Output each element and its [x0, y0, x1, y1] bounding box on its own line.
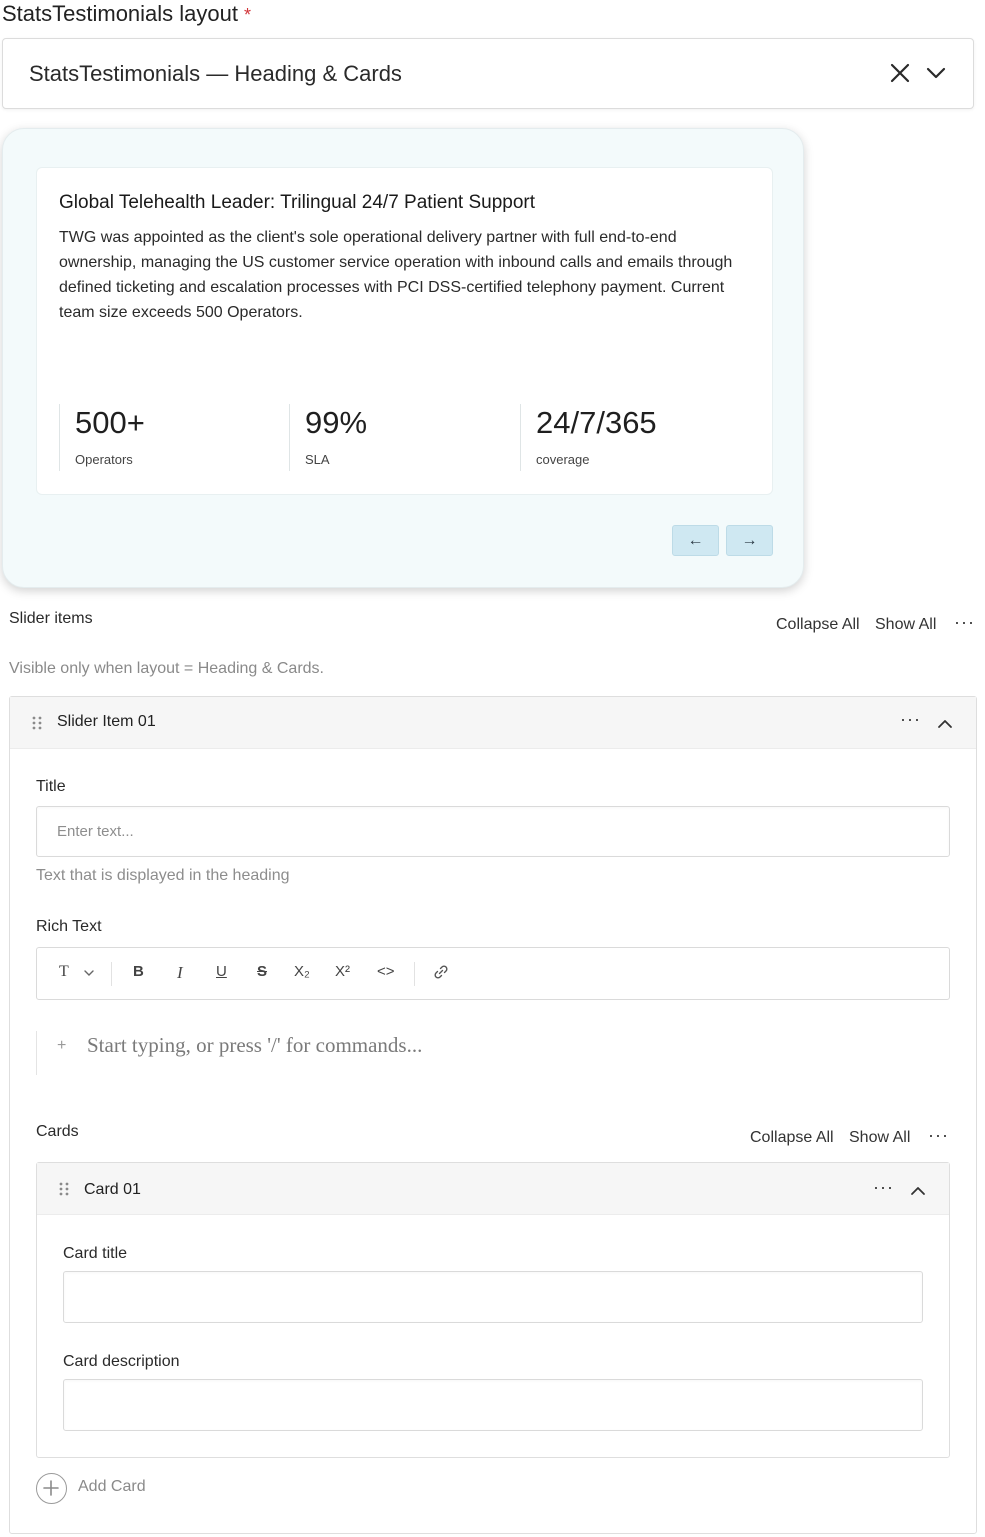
- drag-handle-icon[interactable]: [59, 1182, 69, 1196]
- stat-label: Operators: [75, 452, 133, 467]
- title-help-text: Text that is displayed in the heading: [36, 867, 290, 884]
- chevron-down-icon[interactable]: [925, 61, 947, 85]
- layout-field-label-text: StatsTestimonials layout: [2, 1, 238, 26]
- show-all-button[interactable]: Show All: [849, 1129, 910, 1147]
- add-block-icon[interactable]: +: [57, 1037, 66, 1055]
- stat-value: 500+: [75, 405, 145, 440]
- italic-button[interactable]: I: [177, 963, 183, 983]
- collapse-all-button[interactable]: Collapse All: [750, 1129, 834, 1147]
- prev-button[interactable]: ←: [672, 525, 719, 556]
- more-options-icon[interactable]: ···: [873, 1177, 894, 1198]
- arrow-right-icon: →: [741, 531, 758, 549]
- bold-button[interactable]: B: [133, 963, 144, 980]
- rich-text-editor[interactable]: + Start typing, or press '/' for command…: [36, 1031, 950, 1075]
- slider-item-title: Slider Item 01: [57, 713, 156, 730]
- rich-text-toolbar: T B I U S X₂ X² <>: [36, 947, 950, 1000]
- rich-text-label: Rich Text: [36, 918, 102, 935]
- required-mark: *: [244, 5, 252, 25]
- rich-text-placeholder: Start typing, or press '/' for commands.…: [87, 1033, 423, 1057]
- stat-value: 24/7/365: [536, 405, 657, 440]
- card-item-header[interactable]: Card 01 ···: [37, 1163, 949, 1215]
- chevron-up-icon[interactable]: [910, 1184, 926, 1196]
- layout-field-label: StatsTestimonials layout *: [2, 0, 251, 29]
- layout-select[interactable]: StatsTestimonials — Heading & Cards: [2, 38, 974, 109]
- card-item: Card 01 ··· Card title Card description: [36, 1162, 950, 1458]
- code-button[interactable]: <>: [377, 963, 395, 980]
- layout-select-value: StatsTestimonials — Heading & Cards: [29, 61, 402, 86]
- card-description-label: Card description: [63, 1353, 180, 1370]
- slider-item-header[interactable]: Slider Item 01 ···: [10, 697, 976, 749]
- toolbar-divider: [111, 962, 112, 986]
- stat-coverage: 24/7/365 coverage: [520, 404, 657, 471]
- show-all-button[interactable]: Show All: [875, 616, 936, 634]
- preview-heading: Global Telehealth Leader: Trilingual 24/…: [59, 192, 536, 213]
- slider-items-hint: Visible only when layout = Heading & Car…: [9, 660, 324, 677]
- stat-sla: 99% SLA: [289, 404, 367, 471]
- drag-handle-icon[interactable]: [32, 716, 42, 730]
- cards-label: Cards: [36, 1123, 79, 1140]
- chevron-up-icon[interactable]: [937, 717, 953, 729]
- more-options-icon[interactable]: ···: [954, 612, 975, 633]
- card-title-input[interactable]: [63, 1271, 923, 1323]
- plus-circle-icon: [36, 1473, 67, 1504]
- link-icon[interactable]: [433, 964, 449, 984]
- card-item-title: Card 01: [84, 1181, 141, 1198]
- next-button[interactable]: →: [726, 525, 773, 556]
- stat-value: 99%: [305, 405, 368, 440]
- stat-operators: 500+ Operators: [59, 404, 145, 471]
- title-field-label: Title: [36, 778, 66, 795]
- chevron-down-icon[interactable]: [83, 965, 95, 982]
- clear-icon[interactable]: [887, 59, 913, 87]
- toolbar-divider: [414, 962, 415, 986]
- more-options-icon[interactable]: ···: [900, 709, 921, 730]
- preview-body: TWG was appointed as the client's sole o…: [59, 229, 733, 321]
- title-input-placeholder: Enter text...: [57, 823, 134, 840]
- subscript-button[interactable]: X₂: [294, 963, 310, 980]
- underline-button[interactable]: U: [216, 963, 227, 980]
- strikethrough-button[interactable]: S: [257, 963, 267, 980]
- more-options-icon[interactable]: ···: [928, 1125, 949, 1146]
- add-card-label: Add Card: [78, 1478, 146, 1495]
- title-input[interactable]: Enter text...: [36, 806, 950, 857]
- layout-preview: Global Telehealth Leader: Trilingual 24/…: [2, 128, 804, 588]
- stat-label: coverage: [536, 452, 590, 467]
- stat-label: SLA: [305, 452, 330, 467]
- card-description-input[interactable]: [63, 1379, 923, 1431]
- arrow-left-icon: ←: [687, 531, 704, 549]
- preview-card: Global Telehealth Leader: Trilingual 24/…: [36, 167, 773, 495]
- card-title-label: Card title: [63, 1245, 128, 1262]
- superscript-button[interactable]: X²: [335, 963, 350, 980]
- slider-items-label: Slider items: [9, 610, 93, 627]
- text-style-button[interactable]: T: [59, 963, 69, 981]
- collapse-all-button[interactable]: Collapse All: [776, 616, 860, 634]
- slider-item: Slider Item 01 ··· Title Enter text... T…: [9, 696, 977, 1534]
